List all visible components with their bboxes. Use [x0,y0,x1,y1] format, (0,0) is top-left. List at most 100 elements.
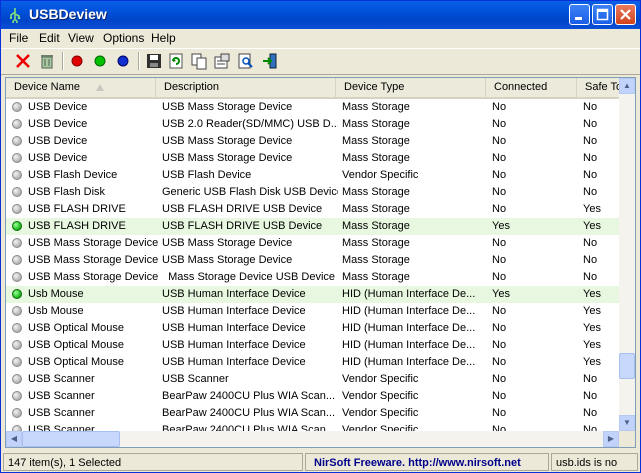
column-header-safe-to-unplug[interactable]: Safe To [577,78,619,97]
safe-to-unplug-cell: No [583,254,598,266]
nirsoft-link[interactable]: NirSoft Freeware. http://www.nirsoft.net [305,453,549,471]
scroll-right-button[interactable]: ▶ [603,431,619,447]
safe-to-unplug-cell: Yes [583,339,601,351]
device-type-cell: Mass Storage [342,203,410,215]
copy-icon[interactable] [190,52,208,70]
safe-to-unplug-cell: No [583,169,598,181]
status-bar: 147 item(s), 1 Selected NirSoft Freeware… [1,451,640,472]
device-name-cell: USB Scanner [28,390,95,402]
status-usb-ids: usb.ids is no [551,453,638,471]
table-row[interactable]: USB Mass Storage Device Mass Storage Dev… [6,269,619,286]
properties-icon[interactable] [213,52,231,70]
table-row[interactable]: USB Device USB 2.0 Reader(SD/MMC) USB D..… [6,116,619,133]
status-dot-icon [12,340,22,350]
scroll-up-button[interactable]: ▲ [619,78,635,94]
description-cell: USB Human Interface Device [162,339,306,351]
table-row[interactable]: USB Flash Disk Generic USB Flash Disk USB… [6,184,619,201]
status-dot-icon [12,119,22,129]
horizontal-scrollbar[interactable]: ◀ ▶ [6,431,619,447]
delete-icon[interactable] [14,52,32,70]
usb-app-icon [10,8,21,23]
refresh-icon[interactable] [167,52,185,70]
menu-edit[interactable]: Edit [39,31,60,45]
close-button[interactable] [615,4,636,25]
status-dot-icon [12,374,22,384]
table-row[interactable]: USB Device USB Mass Storage Device Mass St… [6,150,619,167]
table-row[interactable]: Usb Mouse USB Human Interface Device HID (… [6,303,619,320]
column-header-connected[interactable]: Connected [486,78,577,97]
table-row[interactable]: USB Optical Mouse USB Human Interface Dev… [6,320,619,337]
description-cell: USB Mass Storage Device [162,152,293,164]
device-type-cell: HID (Human Interface De... [342,288,476,300]
table-row[interactable]: USB Mass Storage Device USB Mass Storage … [6,235,619,252]
connected-cell: No [492,271,507,283]
connected-cell: No [492,390,507,402]
menu-file[interactable]: File [9,31,28,45]
description-cell: USB FLASH DRIVE USB Device [162,220,323,232]
menu-bar: File Edit View Options Help [1,29,640,49]
table-row[interactable]: USB Scanner BearPaw 2400CU Plus WIA Scan.… [6,388,619,405]
blue-dot-icon[interactable] [114,52,132,70]
connect-green-icon[interactable] [91,52,109,70]
minimize-button[interactable] [569,4,590,25]
status-dot-icon [12,408,22,418]
connected-cell: Yes [492,288,510,300]
description-cell: USB Human Interface Device [162,322,306,334]
device-name-cell: USB Flash Device [28,169,118,181]
table-row[interactable]: USB Mass Storage Device USB Mass Storage … [6,252,619,269]
safe-to-unplug-cell: No [583,135,598,147]
menu-options[interactable]: Options [103,31,144,45]
device-name-cell: Usb Mouse [28,288,84,300]
exit-icon[interactable] [261,52,279,70]
table-row[interactable]: USB FLASH DRIVE USB FLASH DRIVE USB Devic… [6,201,619,218]
table-row[interactable]: USB Scanner BearPaw 2400CU Plus WIA Scan.… [6,405,619,422]
connected-cell: No [492,101,507,113]
toolbar [1,48,640,75]
device-list[interactable]: Device Name Description Device Type Conn… [5,77,636,448]
device-name-cell: USB Mass Storage Device [28,254,158,266]
menu-help[interactable]: Help [151,31,176,45]
status-dot-icon [12,204,22,214]
device-name-cell: USB Mass Storage Device [28,271,158,283]
table-row[interactable]: USB Flash Device USB Flash Device Vendor S… [6,167,619,184]
vertical-scroll-thumb[interactable] [619,353,635,379]
table-row[interactable]: USB Optical Mouse USB Human Interface Dev… [6,337,619,354]
list-rows: USB Device USB Mass Storage Device Mass St… [6,99,619,433]
save-icon[interactable] [145,52,163,70]
device-type-cell: Mass Storage [342,271,410,283]
table-row[interactable]: USB Device USB Mass Storage Device Mass St… [6,133,619,150]
connected-cell: No [492,169,507,181]
disconnect-red-icon[interactable] [68,52,86,70]
toolbar-separator [62,52,64,70]
safe-to-unplug-cell: No [583,186,598,198]
column-header-description[interactable]: Description [156,78,336,97]
find-icon[interactable] [237,52,255,70]
uninstall-icon[interactable] [38,52,56,70]
status-dot-icon [12,255,22,265]
device-type-cell: Vendor Specific [342,407,419,419]
vertical-scrollbar[interactable]: ▲ ▼ [619,78,635,431]
device-name-cell: USB Optical Mouse [28,356,124,368]
status-dot-icon [12,153,22,163]
description-cell: USB Mass Storage Device [162,101,293,113]
title-bar[interactable]: USBDeview [1,1,640,29]
scroll-down-button[interactable]: ▼ [619,415,635,431]
table-row[interactable]: USB FLASH DRIVE USB FLASH DRIVE USB Devic… [6,218,619,235]
status-dot-icon [12,357,22,367]
status-dot-icon [12,272,22,282]
scroll-left-button[interactable]: ◀ [6,431,22,447]
column-header-device-type[interactable]: Device Type [336,78,486,97]
safe-to-unplug-cell: No [583,152,598,164]
device-type-cell: HID (Human Interface De... [342,356,476,368]
maximize-button[interactable] [592,4,613,25]
status-dot-icon [12,221,22,231]
table-row[interactable]: Usb Mouse USB Human Interface Device HID (… [6,286,619,303]
table-row[interactable]: USB Optical Mouse USB Human Interface Dev… [6,354,619,371]
device-type-cell: Mass Storage [342,118,410,130]
table-row[interactable]: USB Device USB Mass Storage Device Mass St… [6,99,619,116]
table-row[interactable]: USB Scanner USB Scanner Vendor Specific No N… [6,371,619,388]
column-header-device-name[interactable]: Device Name [6,78,156,97]
close-icon [620,9,631,20]
menu-view[interactable]: View [68,31,94,45]
horizontal-scroll-thumb[interactable] [22,431,120,447]
